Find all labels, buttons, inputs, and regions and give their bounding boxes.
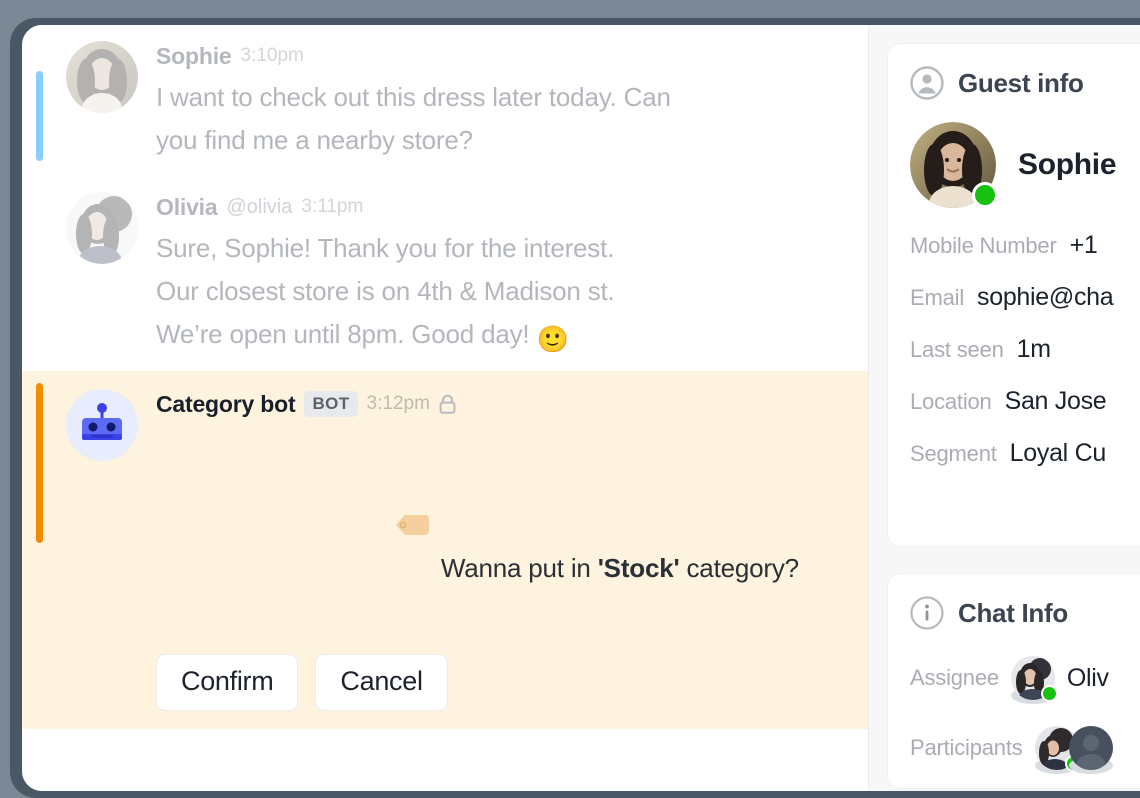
assignee-label: Assignee (910, 665, 999, 690)
message-text: Sure, Sophie! Thank you for the interest… (156, 227, 848, 361)
field-label: Last seen (910, 337, 1004, 362)
message-author: Olivia (156, 193, 218, 220)
lock-glyph (439, 394, 456, 414)
guest-info-card: Guest info Sophie Mobile Number +1 Email… (887, 43, 1140, 547)
field-location[interactable]: Location San Jose (910, 387, 1140, 416)
assignee-online-dot (1040, 685, 1058, 702)
message-category-bot[interactable]: Category bot BOT 3:12pm Wanna put in 'St… (22, 371, 868, 729)
message-accent-bar (36, 71, 43, 161)
message-timestamp: 3:10pm (240, 45, 304, 66)
field-label: Mobile Number (910, 233, 1057, 258)
info-circle-icon (910, 596, 944, 630)
guest-profile: Sophie (910, 122, 1140, 208)
participant-avatar[interactable] (1068, 726, 1113, 774)
field-label: Location (910, 389, 992, 414)
avatar-image-olivia (66, 192, 138, 264)
tag-glyph (395, 515, 429, 535)
online-status-dot (972, 182, 998, 208)
assignee-name: Oliv (1066, 663, 1109, 692)
robot-icon (66, 389, 138, 461)
message-timestamp: 3:11pm (301, 196, 364, 217)
chat-info-title: Chat Info (958, 597, 1068, 628)
field-label: Email (910, 285, 965, 310)
avatar[interactable] (66, 41, 138, 113)
field-value: +1 (1069, 231, 1098, 259)
bot-avatar (66, 389, 138, 461)
field-value: Loyal Cu (1009, 439, 1107, 467)
app-frame: Sophie 3:10pm I want to check out this d… (0, 0, 1140, 798)
bot-author: Category bot (156, 390, 296, 417)
details-sidebar[interactable]: Guest info Sophie Mobile Number +1 Email… (868, 25, 1140, 791)
avatar-photo-sophie (66, 41, 138, 113)
field-label: Segment (910, 441, 997, 466)
window-frame: Sophie 3:10pm I want to check out this d… (10, 18, 1140, 798)
bot-action-buttons: Confirm Cancel (156, 654, 848, 711)
participant-avatar-image-2 (1068, 726, 1113, 774)
avatar-photo-olivia (66, 192, 138, 264)
guest-avatar[interactable] (910, 122, 998, 208)
field-last-seen[interactable]: Last seen 1m (910, 335, 1140, 364)
robot-glyph (82, 403, 122, 440)
field-email[interactable]: Email sophie@cha (910, 283, 1140, 312)
field-mobile-number[interactable]: Mobile Number +1 (910, 231, 1140, 260)
bot-badge: BOT (304, 391, 358, 417)
message-list[interactable]: Sophie 3:10pm I want to check out this d… (22, 25, 868, 791)
field-value: sophie@cha (977, 283, 1114, 311)
bot-text-before: Wanna put in (440, 553, 598, 583)
chat-assignee-row[interactable]: Assignee Oliv (910, 656, 1140, 704)
field-value: 1m (1016, 335, 1051, 363)
message-author: Sophie (156, 42, 232, 69)
window-inner: Sophie 3:10pm I want to check out this d… (22, 25, 1140, 791)
chat-info-card: Chat Info Assignee Oliv Participants (887, 573, 1140, 789)
bot-message-accent-bar (36, 383, 43, 543)
avatar[interactable] (66, 192, 138, 264)
participants-avatar-stack[interactable] (1034, 726, 1113, 774)
message-olivia[interactable]: Olivia @olivia 3:11pm Sure, Sophie! Than… (22, 172, 868, 371)
guest-info-title: Guest info (958, 67, 1084, 98)
bot-message-text: Wanna put in 'Stock' category? (156, 421, 848, 636)
participant-photo-2 (1068, 726, 1113, 770)
assignee-avatar[interactable] (1010, 656, 1058, 704)
cancel-button[interactable]: Cancel (315, 654, 448, 711)
guest-name: Sophie (1018, 148, 1117, 181)
bot-timestamp: 3:12pm (366, 393, 430, 414)
lock-icon (439, 394, 456, 414)
confirm-button[interactable]: Confirm (156, 654, 299, 711)
guest-info-header: Guest info (910, 66, 1140, 100)
info-circle-glyph (910, 596, 944, 630)
avatar-image-sophie (66, 41, 138, 113)
field-value: San Jose (1004, 387, 1107, 415)
person-circle-icon (910, 66, 944, 100)
tag-icon (268, 464, 430, 593)
message-text: I want to check out this dress later tod… (156, 82, 671, 155)
message-handle: @olivia (226, 195, 293, 218)
smiley-emoji: 🙂 (536, 324, 569, 354)
person-circle-glyph (910, 66, 944, 100)
participants-label: Participants (910, 735, 1023, 760)
bot-text-strong: 'Stock' (597, 553, 680, 583)
bot-text-after: category? (679, 553, 800, 583)
chat-participants-row[interactable]: Participants (910, 726, 1140, 774)
field-segment[interactable]: Segment Loyal Cu (910, 439, 1140, 468)
message-sophie[interactable]: Sophie 3:10pm I want to check out this d… (22, 25, 868, 172)
chat-info-header: Chat Info (910, 596, 1140, 630)
